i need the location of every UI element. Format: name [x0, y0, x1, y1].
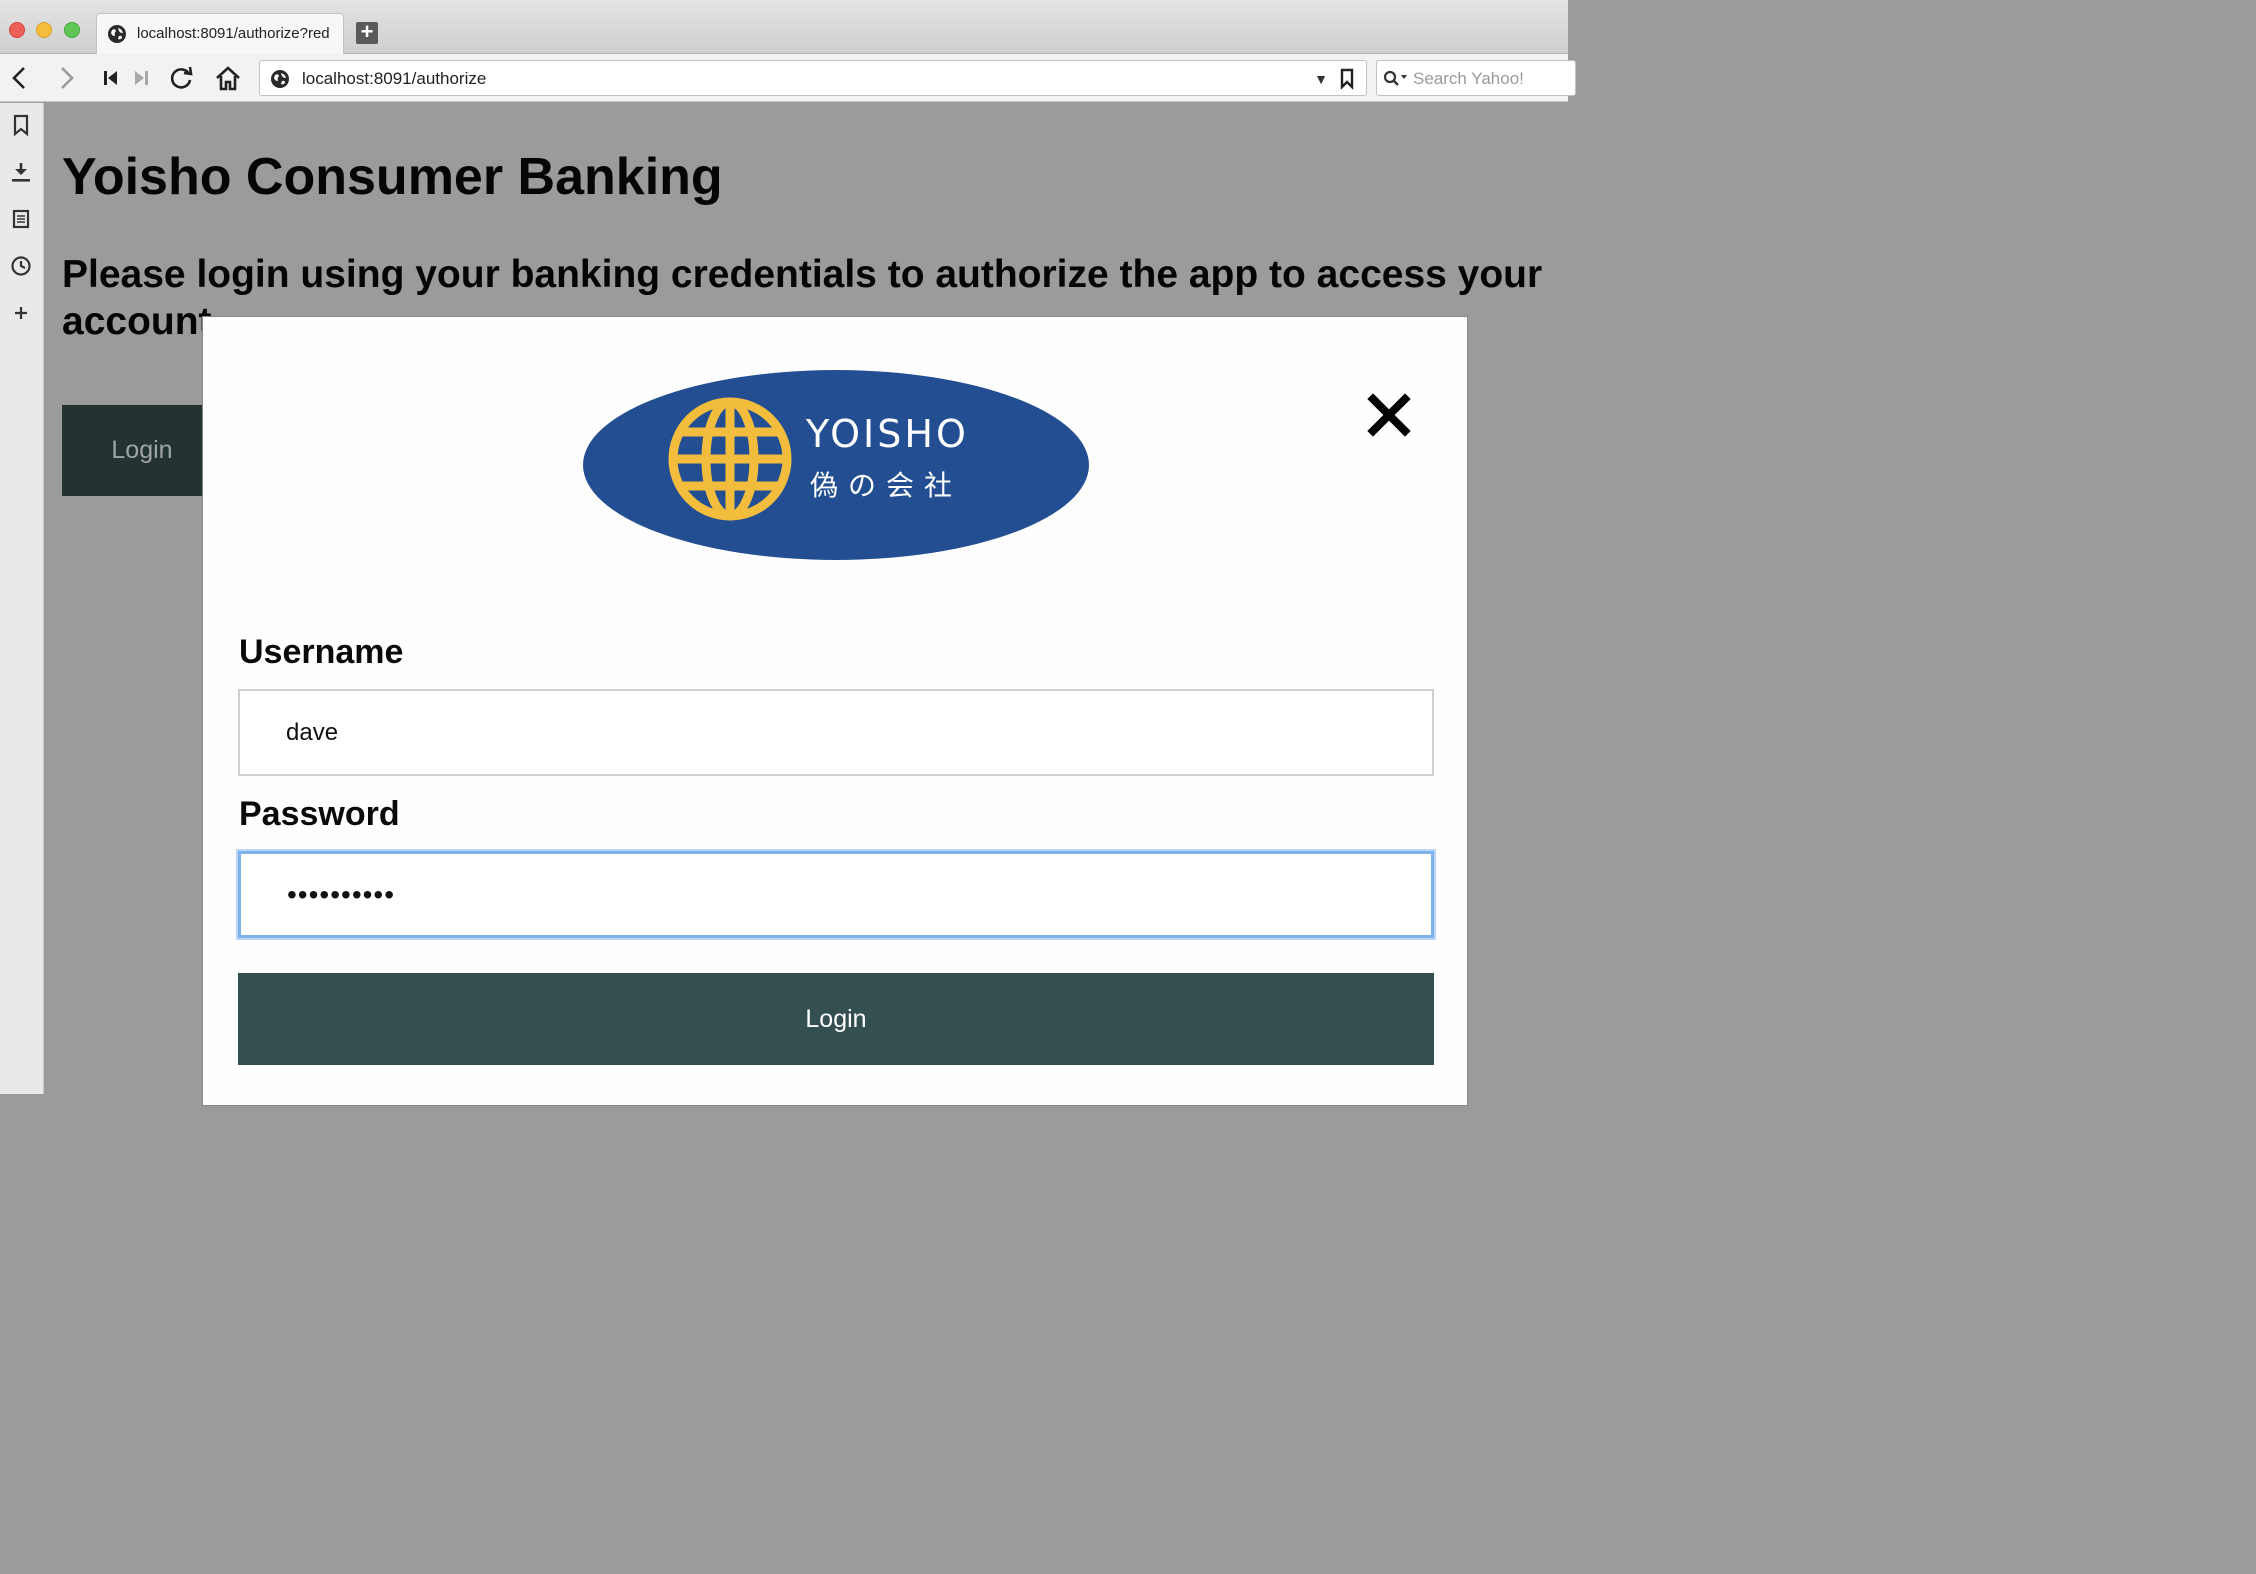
- login-button[interactable]: Login: [238, 973, 1434, 1065]
- logo-tagline: 偽の会社: [810, 469, 962, 502]
- address-bar[interactable]: localhost:8091/authorize ▼: [259, 60, 1367, 96]
- notes-icon[interactable]: [9, 207, 33, 231]
- browser-sidebar: [0, 103, 44, 1094]
- search-box[interactable]: Search Yahoo!: [1376, 60, 1576, 96]
- close-window-button[interactable]: [9, 22, 25, 38]
- login-modal: YOISHO 偽の会社 Username dave Password •••••…: [202, 316, 1468, 1106]
- tab-title: localhost:8091/authorize?red: [137, 25, 330, 42]
- zoom-window-button[interactable]: [64, 22, 80, 38]
- bookmark-icon[interactable]: [1338, 68, 1356, 90]
- close-icon[interactable]: [1367, 393, 1411, 437]
- password-label: Password: [239, 795, 400, 833]
- site-info-icon[interactable]: [270, 69, 290, 89]
- url-text: localhost:8091/authorize: [302, 69, 487, 88]
- downloads-icon[interactable]: [9, 160, 33, 184]
- new-tab-button[interactable]: +: [356, 21, 378, 44]
- password-field[interactable]: ••••••••••: [238, 851, 1434, 938]
- title-bar: localhost:8091/authorize?red +: [0, 0, 1568, 54]
- home-icon[interactable]: [214, 64, 242, 92]
- globe-icon: [108, 25, 126, 43]
- history-icon[interactable]: [9, 254, 33, 278]
- username-label: Username: [239, 633, 404, 671]
- fast-forward-icon[interactable]: [128, 64, 156, 92]
- yoisho-logo: YOISHO 偽の会社: [583, 370, 1089, 560]
- url-dropdown-icon[interactable]: ▼: [1314, 71, 1328, 87]
- bookmarks-icon[interactable]: [9, 113, 33, 137]
- rewind-icon[interactable]: [96, 64, 124, 92]
- reload-icon[interactable]: [167, 64, 195, 92]
- forward-icon[interactable]: [52, 64, 80, 92]
- username-field[interactable]: dave: [238, 689, 1434, 776]
- add-panel-icon[interactable]: [9, 301, 33, 325]
- logo-wordmark: YOISHO: [805, 412, 969, 456]
- browser-tab[interactable]: localhost:8091/authorize?red: [96, 13, 344, 54]
- minimize-window-button[interactable]: [36, 22, 52, 38]
- page-title: Yoisho Consumer Banking: [62, 148, 723, 206]
- search-icon: [1383, 70, 1407, 86]
- search-placeholder: Search Yahoo!: [1413, 69, 1524, 88]
- back-icon[interactable]: [6, 64, 34, 92]
- navigation-toolbar: localhost:8091/authorize ▼ Search Yahoo!: [0, 54, 1576, 102]
